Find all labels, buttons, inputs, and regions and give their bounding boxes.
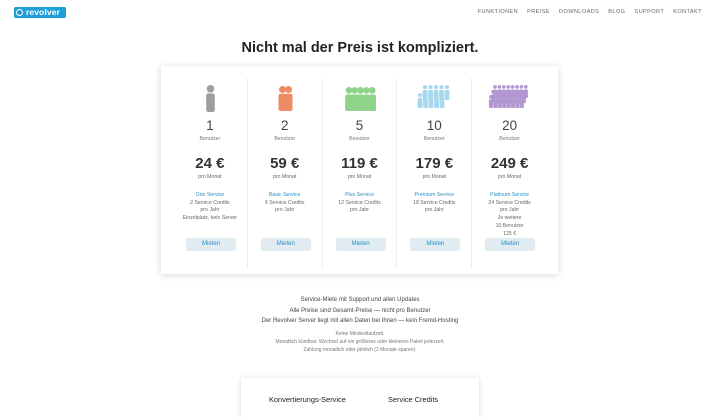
twenty-people-icon xyxy=(489,85,529,108)
main-nav: FUNKTIONEN PREISE DOWNLOADS BLOG SUPPORT… xyxy=(478,9,702,15)
plan-service-line: pro Jahr xyxy=(424,207,444,214)
nav-support[interactable]: SUPPORT xyxy=(634,9,664,15)
plan-price-label: pro Monat xyxy=(497,174,522,180)
page-title: Nicht mal der Preis ist kompliziert. xyxy=(241,40,479,56)
pricing-notes: Keine Mindestlaufzeit. Monatlich kündbar… xyxy=(0,330,720,354)
plan-service-line: 10 Benutzer xyxy=(495,222,524,229)
services-card: Konvertierungs-Service Service Credits xyxy=(241,378,479,418)
plan-price-label: pro Monat xyxy=(198,174,222,180)
plan-service-line: pro Jahr xyxy=(275,207,295,214)
rent-button[interactable]: Mieten xyxy=(186,238,236,251)
plan-service-name[interactable]: Basic Service xyxy=(250,192,320,200)
plan-users-label: Benutzer xyxy=(199,136,221,142)
plan-users-label: Benutzer xyxy=(499,136,520,142)
plan-column: 10 Benutzer 179 € pro Monat Premium Serv… xyxy=(397,78,473,268)
plan-users-label: Benutzer xyxy=(423,136,445,142)
plan-service-line: 18 Service Credits xyxy=(413,199,456,206)
plan-price-label: pro Monat xyxy=(273,174,297,180)
pricing-info: Service-Miete mit Support und allen Upda… xyxy=(0,295,720,327)
plan-users-label: Benutzer xyxy=(349,136,370,142)
plan-column: 1 Benutzer 24 € pro Monat One Service 2 … xyxy=(173,78,248,268)
plan-price: 24 € xyxy=(195,155,225,172)
plan-service-line: 12 Service Credits xyxy=(338,199,381,206)
logo-text: revolver xyxy=(26,7,60,17)
nav-kontakt[interactable]: KONTAKT xyxy=(673,9,702,15)
top-bar: revolver FUNKTIONEN PREISE DOWNLOADS BLO… xyxy=(0,0,720,24)
note-line: Keine Mindestlaufzeit. xyxy=(335,331,385,337)
plan-service: Platinum Service 24 Service Credits pro … xyxy=(474,192,545,238)
plan-users: 10 xyxy=(426,118,442,133)
plan-service-name[interactable]: Premium Service xyxy=(399,192,469,200)
ten-people-icon xyxy=(417,85,450,108)
plan-column: 5 Benutzer 119 € pro Monat Plus Service … xyxy=(323,78,398,268)
plan-price-label: pro Monat xyxy=(422,174,446,180)
plan-users: 20 xyxy=(502,118,518,133)
plan-service-line: 24 Service Credits xyxy=(488,199,531,206)
plan-users: 1 xyxy=(206,118,214,133)
service-credits-title: Service Credits xyxy=(388,395,439,404)
plan-service-line: 2 Service Credits xyxy=(190,199,230,206)
nav-funktionen[interactable]: FUNKTIONEN xyxy=(478,9,518,15)
revolver-logo[interactable]: revolver xyxy=(14,7,66,18)
plan-price: 119 € xyxy=(341,155,378,172)
note-line: Monatlich kündbar. Wechsel auf ein größe… xyxy=(275,339,445,345)
plan-price-label: pro Monat xyxy=(347,174,372,180)
plan-price: 59 € xyxy=(270,155,300,172)
plan-service-line: Einzelplatz, kein Server xyxy=(182,215,237,222)
single-person-icon xyxy=(206,85,215,112)
plan-price: 249 € xyxy=(490,155,529,172)
plan-service: One Service 2 Service Credits pro Jahr E… xyxy=(175,192,245,223)
plan-service: Plus Service 12 Service Credits pro Jahr xyxy=(325,192,395,215)
five-people-icon xyxy=(344,87,376,111)
two-people-icon xyxy=(278,86,293,111)
pricing-columns: 1 Benutzer 24 € pro Monat One Service 2 … xyxy=(173,78,547,268)
logo-mark-icon xyxy=(16,9,23,16)
plan-service: Basic Service 6 Service Credits pro Jahr xyxy=(250,192,320,215)
nav-downloads[interactable]: DOWNLOADS xyxy=(559,9,599,15)
plan-price: 179 € xyxy=(415,155,454,172)
info-line: Alle Preise sind Gesamt-Preise — nicht p… xyxy=(289,307,431,314)
rent-button[interactable]: Mieten xyxy=(335,238,386,251)
plan-service-line: pro Jahr xyxy=(200,207,220,214)
info-line: Service-Miete mit Support und allen Upda… xyxy=(300,297,420,303)
plan-service-line: 6 Service Credits xyxy=(264,199,305,206)
rent-button[interactable]: Mieten xyxy=(410,238,461,251)
plan-column: 2 Benutzer 59 € pro Monat Basic Service … xyxy=(248,78,323,268)
rent-button[interactable]: Mieten xyxy=(260,238,311,251)
plan-users: 5 xyxy=(355,118,364,133)
nav-blog[interactable]: BLOG xyxy=(608,9,625,15)
nav-preise[interactable]: PREISE xyxy=(527,9,550,15)
rent-button[interactable]: Mieten xyxy=(485,238,536,251)
info-line: Der Revolver Server liegt mit allen Date… xyxy=(261,318,459,325)
plan-users: 2 xyxy=(280,118,289,133)
plan-service-name[interactable]: Plus Service xyxy=(325,192,395,200)
note-line: Zahlung monatlich oder jährlich (2 Monat… xyxy=(303,347,417,353)
plan-service-name[interactable]: One Service xyxy=(175,192,245,200)
plan-service-line: pro Jahr xyxy=(349,207,369,214)
pricing-card: 1 Benutzer 24 € pro Monat One Service 2 … xyxy=(161,66,558,274)
plan-service-name[interactable]: Platinum Service xyxy=(474,192,545,200)
plan-service-line: pro Jahr xyxy=(500,207,520,214)
plan-service: Premium Service 18 Service Credits pro J… xyxy=(399,192,469,215)
plan-service-line: Je weitere xyxy=(497,215,522,222)
conversion-service-title: Konvertierungs-Service xyxy=(269,395,346,404)
plan-column: 20 Benutzer 249 € pro Monat Platinum Ser… xyxy=(472,78,547,268)
plan-users-label: Benutzer xyxy=(274,136,296,142)
